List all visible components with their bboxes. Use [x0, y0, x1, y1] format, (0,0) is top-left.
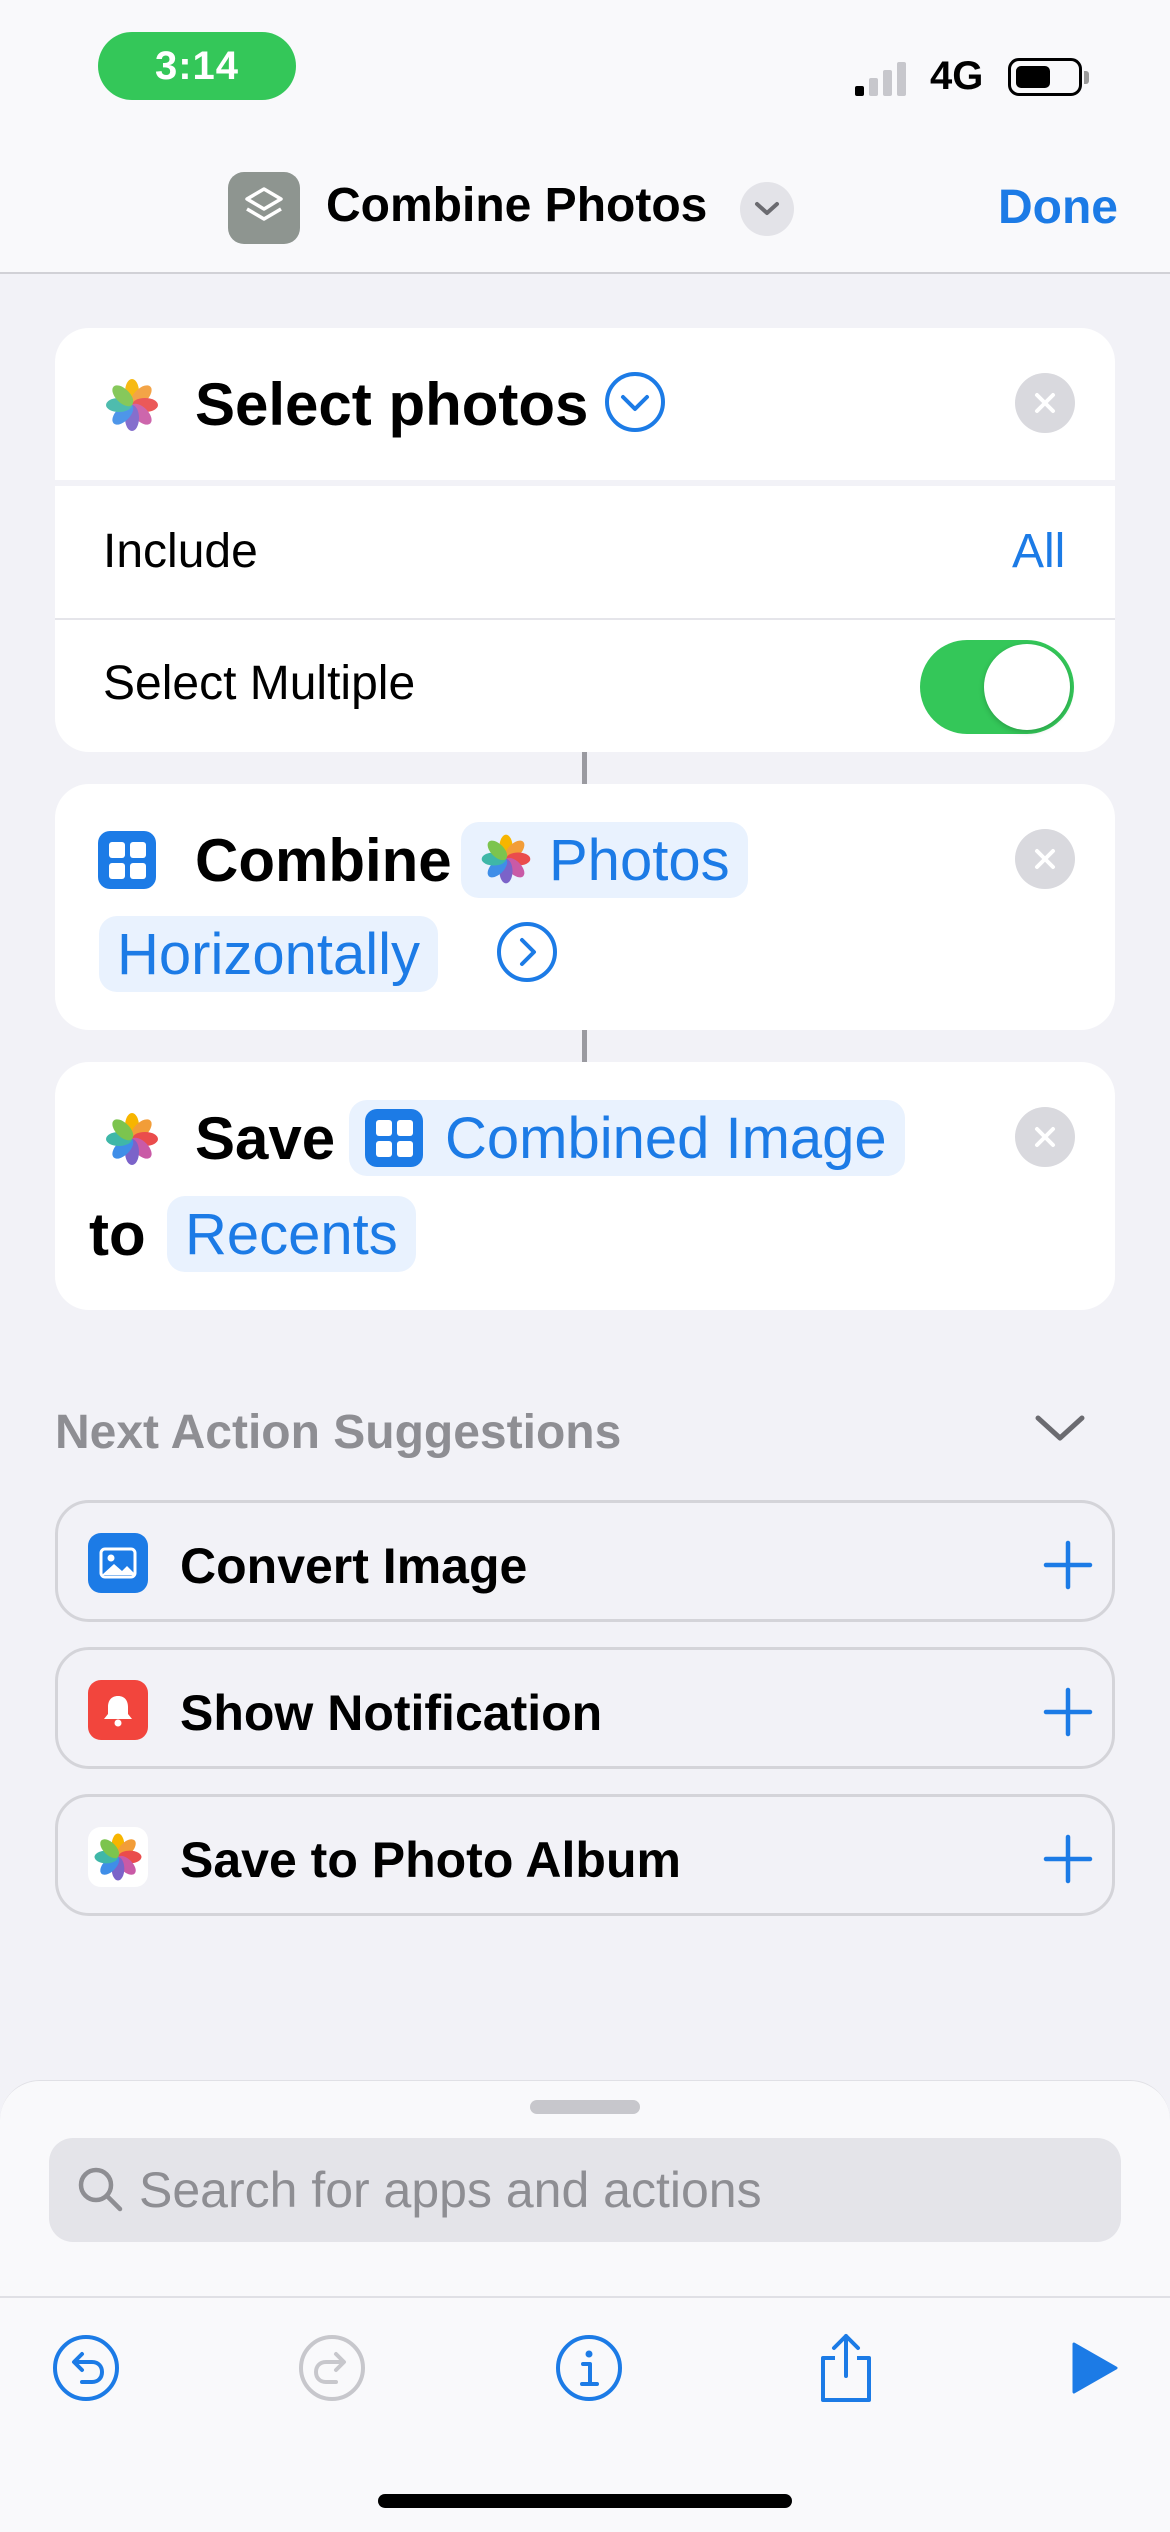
share-icon [821, 2334, 871, 2402]
action-card-save[interactable]: Save Combined Image to Recents [55, 1062, 1115, 1310]
card-divider [55, 480, 1115, 486]
remove-action-button[interactable] [1015, 1107, 1075, 1167]
chevron-down-icon [755, 202, 779, 215]
close-icon [1035, 849, 1055, 869]
photos-variable-token[interactable]: Photos [461, 822, 748, 898]
suggestion-show-notification[interactable]: Show Notification [55, 1647, 1115, 1769]
select-multiple-label: Select Multiple [103, 657, 416, 710]
destination-token[interactable]: Recents [167, 1196, 416, 1272]
photos-app-icon [101, 374, 163, 441]
battery-icon [1008, 58, 1089, 96]
nav-divider [0, 272, 1170, 274]
redo-button[interactable] [292, 2328, 372, 2408]
action-connector [582, 1030, 587, 1062]
image-icon [88, 1533, 148, 1593]
token-label: Photos [549, 827, 730, 893]
close-icon [1035, 393, 1055, 413]
search-input[interactable] [139, 2138, 1099, 2242]
bell-icon [88, 1680, 148, 1740]
include-value[interactable]: All [1012, 524, 1065, 579]
undo-icon [53, 2335, 119, 2401]
action-title: Save [195, 1105, 336, 1172]
add-action-button[interactable] [1040, 1537, 1096, 1598]
home-indicator [378, 2494, 792, 2508]
shortcut-app-icon[interactable] [228, 172, 300, 244]
share-button[interactable] [806, 2328, 886, 2408]
redo-icon [299, 2335, 365, 2401]
undo-button[interactable] [46, 2328, 126, 2408]
combine-images-icon [365, 1109, 423, 1167]
chevron-down-icon [1035, 1415, 1085, 1441]
play-icon [1072, 2342, 1118, 2394]
photos-app-icon [477, 830, 535, 902]
action-title: Select photos [195, 371, 589, 438]
sheet-grabber[interactable] [530, 2100, 640, 2114]
photos-app-icon [88, 1827, 148, 1887]
suggestion-label: Show Notification [180, 1685, 603, 1741]
combine-images-icon [98, 831, 156, 889]
select-multiple-toggle[interactable] [920, 640, 1074, 734]
preposition-label: to [89, 1201, 146, 1268]
info-button[interactable] [549, 2328, 629, 2408]
row-divider [55, 618, 1115, 620]
cellular-signal-icon [855, 60, 915, 96]
toolbar-divider [0, 2296, 1170, 2298]
info-icon [556, 2335, 622, 2401]
action-title: Combine [195, 827, 452, 894]
show-more-button[interactable] [495, 920, 559, 989]
action-card-combine[interactable]: Combine Photos Horizontally [55, 784, 1115, 1030]
expand-options-button[interactable] [603, 370, 667, 439]
add-action-button[interactable] [1040, 1831, 1096, 1892]
shortcuts-layers-icon [245, 187, 283, 221]
close-icon [1035, 1127, 1055, 1147]
suggestions-header: Next Action Suggestions [55, 1406, 622, 1459]
suggestion-convert-image[interactable]: Convert Image [55, 1500, 1115, 1622]
done-button[interactable]: Done [998, 180, 1118, 235]
network-type: 4G [930, 54, 984, 98]
plus-icon [1043, 1540, 1093, 1590]
token-label: Combined Image [445, 1105, 887, 1171]
run-shortcut-button[interactable] [1052, 2328, 1132, 2408]
collapse-suggestions-button[interactable] [1030, 1410, 1090, 1451]
search-icon [71, 2160, 131, 2225]
remove-action-button[interactable] [1015, 373, 1075, 433]
combined-image-variable-token[interactable]: Combined Image [349, 1100, 905, 1176]
suggestion-label: Convert Image [180, 1538, 528, 1594]
add-action-button[interactable] [1040, 1684, 1096, 1745]
chevron-down-circle-icon [605, 372, 665, 432]
action-connector [582, 752, 587, 784]
title-menu-button[interactable] [740, 182, 794, 236]
combine-mode-token[interactable]: Horizontally [99, 916, 438, 992]
suggestion-label: Save to Photo Album [180, 1832, 681, 1888]
plus-icon [1043, 1834, 1093, 1884]
chevron-right-circle-icon [497, 922, 557, 982]
photos-app-icon [101, 1108, 163, 1175]
plus-icon [1043, 1687, 1093, 1737]
include-label: Include [103, 525, 258, 578]
shortcut-title[interactable]: Combine Photos [326, 178, 707, 233]
remove-action-button[interactable] [1015, 829, 1075, 889]
action-search-bar[interactable] [49, 2138, 1121, 2242]
status-time: 3:14 [98, 32, 296, 100]
suggestion-save-to-photo-album[interactable]: Save to Photo Album [55, 1794, 1115, 1916]
